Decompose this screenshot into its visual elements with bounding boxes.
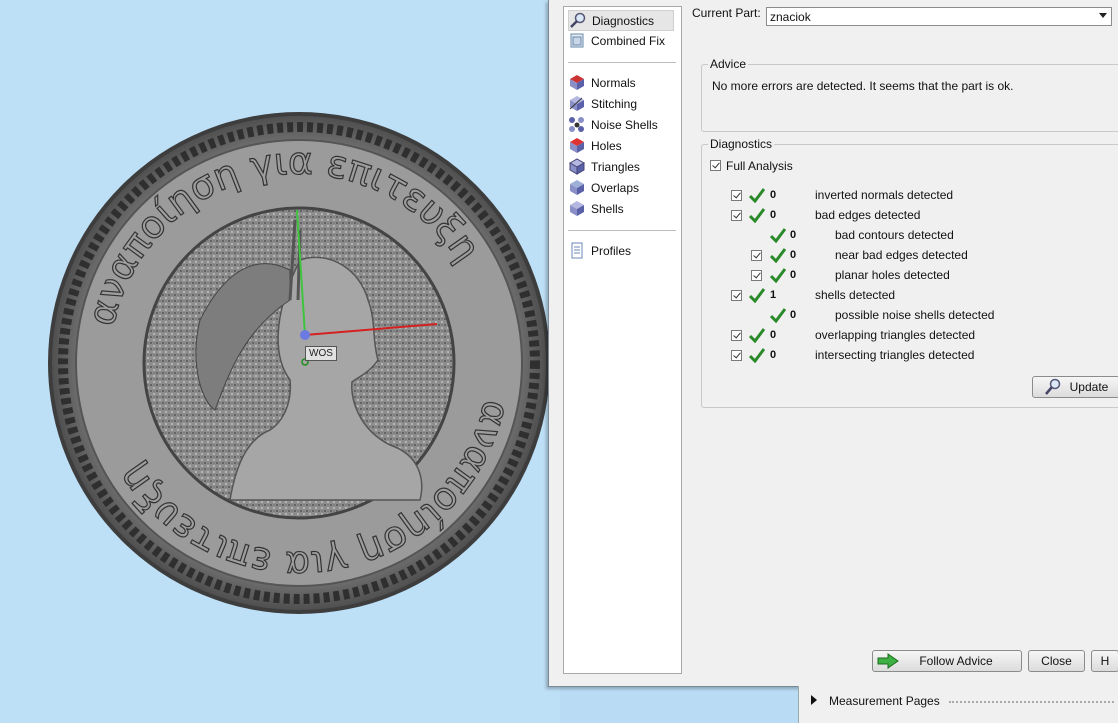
- row-description: bad edges detected: [815, 208, 921, 222]
- nav-label: Noise Shells: [591, 117, 658, 132]
- nav-label: Stitching: [591, 96, 638, 111]
- row-description: near bad edges detected: [835, 248, 968, 262]
- nav-item-overlaps[interactable]: Overlaps: [568, 178, 639, 197]
- nav-item-holes[interactable]: Holes: [568, 136, 622, 155]
- advice-text: No more errors are detected. It seems th…: [712, 79, 1014, 93]
- check-icon: [770, 248, 786, 263]
- nav-item-combined-fix[interactable]: Combined Fix: [568, 31, 665, 50]
- row-checkbox[interactable]: [731, 190, 742, 201]
- overlaps-cube-icon: [570, 180, 584, 195]
- magnifier-icon: [1044, 378, 1060, 395]
- nav-item-normals[interactable]: Normals: [568, 73, 636, 92]
- row-count: 0: [790, 229, 797, 241]
- update-label: Update: [1069, 380, 1109, 394]
- panel-divider: [949, 701, 1114, 703]
- close-label: Close: [1041, 654, 1072, 668]
- follow-advice-button[interactable]: Follow Advice: [872, 650, 1022, 672]
- fix-wizard-dialog: Diagnostics Combined Fix Normals Stitchi…: [548, 0, 1118, 687]
- row-checkbox[interactable]: [731, 290, 742, 301]
- row-count: 0: [770, 209, 777, 221]
- row-checkbox[interactable]: [731, 210, 742, 221]
- check-icon: [749, 348, 765, 363]
- normals-cube-icon: [570, 75, 584, 90]
- nav-label: Profiles: [591, 243, 632, 258]
- profiles-icon: [571, 242, 583, 259]
- noise-shells-icon: [569, 117, 584, 132]
- full-analysis-checkbox[interactable]: [710, 160, 721, 171]
- nav-item-noise-shells[interactable]: Noise Shells: [568, 115, 658, 134]
- advice-group: Advice No more errors are detected. It s…: [701, 57, 1118, 132]
- row-description: shells detected: [815, 288, 896, 302]
- row-description: overlapping triangles detected: [815, 328, 976, 342]
- close-button[interactable]: Close: [1028, 650, 1085, 672]
- 3d-viewport[interactable]: αναποίηση για επιτευξη αναποίηση για επι…: [0, 0, 560, 723]
- current-part-value: znaciok: [770, 9, 811, 24]
- fix-nav-panel: Diagnostics Combined Fix Normals Stitchi…: [563, 6, 682, 674]
- check-icon: [770, 308, 786, 323]
- follow-advice-label: Follow Advice: [919, 654, 993, 668]
- row-checkbox[interactable]: [731, 330, 742, 341]
- check-icon: [770, 268, 786, 283]
- measurement-pages-label: Measurement Pages: [829, 694, 940, 708]
- check-icon: [749, 328, 765, 343]
- nav-label: Normals: [591, 75, 636, 90]
- row-count: 0: [770, 349, 777, 361]
- nav-label: Triangles: [591, 159, 640, 174]
- check-icon: [770, 228, 786, 243]
- nav-item-diagnostics[interactable]: Diagnostics: [568, 10, 674, 31]
- row-description: possible noise shells detected: [835, 308, 995, 322]
- coin-model[interactable]: αναποίηση για επιτευξη αναποίηση για επι…: [0, 0, 560, 723]
- nav-divider: [568, 62, 676, 63]
- magnifier-icon: [570, 12, 586, 28]
- row-count: 0: [790, 269, 797, 281]
- green-arrow-icon: [877, 653, 899, 669]
- row-description: intersecting triangles detected: [815, 348, 975, 362]
- nav-item-triangles[interactable]: Triangles: [568, 157, 640, 176]
- row-checkbox[interactable]: [751, 250, 762, 261]
- row-description: planar holes detected: [835, 268, 950, 282]
- nav-label: Overlaps: [591, 180, 640, 195]
- help-button[interactable]: H: [1091, 650, 1118, 672]
- row-count: 0: [790, 249, 797, 261]
- check-icon: [749, 288, 765, 303]
- advice-title: Advice: [708, 57, 749, 71]
- nav-label: Shells: [591, 201, 624, 216]
- measurement-pages-panel: Measurement Pages: [798, 686, 1118, 723]
- expand-triangle-icon[interactable]: [811, 695, 817, 705]
- row-count: 0: [770, 329, 777, 341]
- current-part-label: Current Part:: [692, 6, 761, 20]
- diagnostics-title: Diagnostics: [708, 137, 775, 151]
- stitching-cube-icon: [569, 96, 584, 111]
- nav-label: Combined Fix: [591, 33, 666, 48]
- row-description: inverted normals detected: [815, 188, 954, 202]
- nav-item-shells[interactable]: Shells: [568, 199, 624, 218]
- nav-item-stitching[interactable]: Stitching: [568, 94, 637, 113]
- triangles-cube-icon: [568, 158, 586, 175]
- wos-label: WOS: [305, 346, 337, 361]
- help-label: H: [1100, 654, 1110, 668]
- row-count: 0: [770, 189, 777, 201]
- nav-label: Diagnostics: [592, 13, 655, 28]
- row-count: 0: [790, 309, 797, 321]
- full-analysis-label: Full Analysis: [726, 159, 793, 173]
- current-part-select[interactable]: znaciok: [766, 7, 1112, 26]
- holes-cube-icon: [570, 138, 584, 153]
- shells-cube-icon: [570, 201, 584, 216]
- nav-item-profiles[interactable]: Profiles: [568, 241, 631, 260]
- update-button[interactable]: Update: [1032, 376, 1118, 398]
- check-icon: [749, 188, 765, 203]
- chevron-down-icon: [1099, 13, 1107, 18]
- row-checkbox[interactable]: [731, 350, 742, 361]
- row-checkbox[interactable]: [751, 270, 762, 281]
- nav-divider: [568, 230, 676, 231]
- combined-fix-icon: [570, 33, 584, 48]
- check-icon: [749, 208, 765, 223]
- row-count: 1: [770, 289, 777, 301]
- nav-label: Holes: [591, 138, 622, 153]
- row-description: bad contours detected: [835, 228, 954, 242]
